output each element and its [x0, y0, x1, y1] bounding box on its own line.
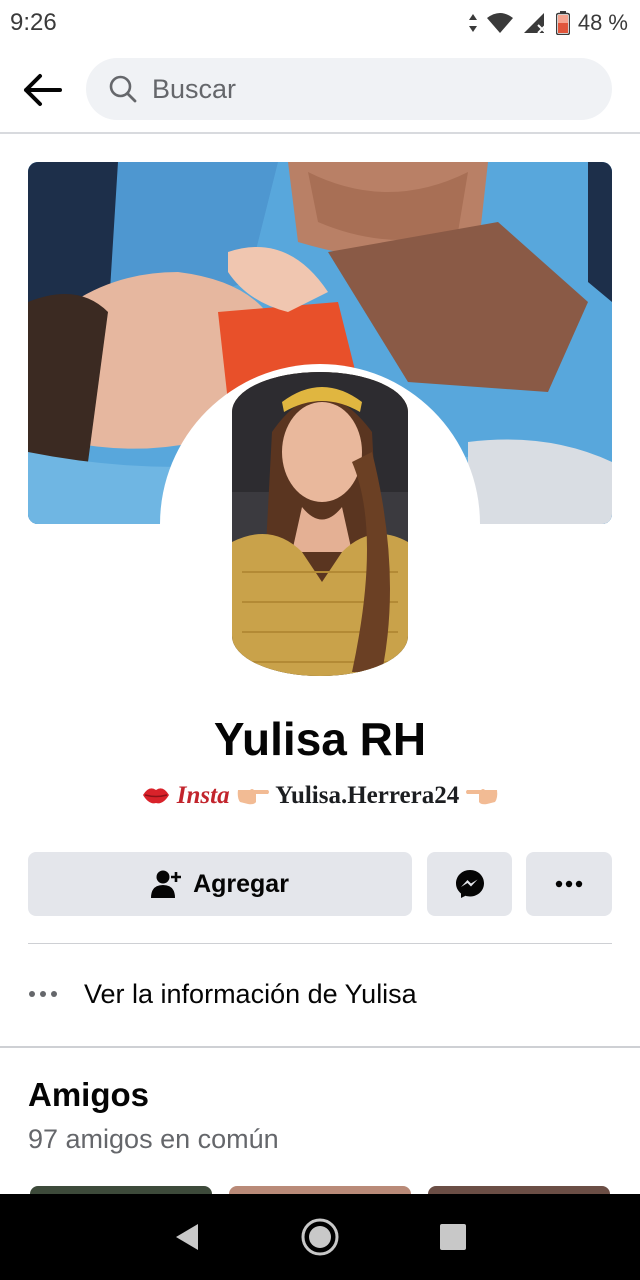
wifi-icon — [486, 12, 514, 34]
nav-home-button[interactable] — [290, 1207, 350, 1267]
add-friend-button[interactable]: Agregar — [28, 852, 412, 916]
search-header — [0, 46, 640, 134]
battery-percent: 48 % — [577, 10, 628, 35]
triangle-back-icon — [175, 1224, 198, 1250]
view-info-label: Ver la información de Yulisa — [84, 978, 417, 1009]
system-navigation-bar — [0, 1194, 640, 1280]
profile-name: Yulisa RH — [213, 713, 427, 765]
pointing-right-icon — [230, 782, 276, 809]
messenger-button[interactable] — [427, 852, 512, 916]
lips-icon — [141, 782, 177, 809]
profile-bio: Insta Yulisa.Herrera24 — [0, 782, 640, 810]
bio-insta-text: Insta — [176, 782, 230, 809]
battery-icon — [555, 11, 570, 35]
data-arrows-icon — [468, 13, 478, 33]
square-recents-icon — [440, 1224, 467, 1250]
profile-picture[interactable] — [232, 372, 408, 676]
status-bar: 9:26 48 % — [0, 0, 640, 46]
search-bar[interactable] — [86, 58, 612, 120]
friends-title: Amigos — [28, 1076, 150, 1113]
section-separator — [0, 1046, 640, 1048]
more-dots-icon — [555, 880, 583, 888]
pointing-left-icon — [459, 782, 499, 809]
status-icons: 48 % — [468, 10, 628, 36]
ellipsis-icon — [28, 990, 62, 998]
signal-icon — [522, 12, 548, 34]
nav-back-button[interactable] — [157, 1207, 217, 1267]
mutual-friends-count[interactable]: 97 amigos en común — [28, 1124, 279, 1155]
divider — [28, 943, 612, 944]
back-button[interactable] — [20, 68, 64, 112]
circle-home-icon — [301, 1218, 339, 1256]
bio-handle-text: Yulisa.Herrera24 — [275, 782, 460, 809]
search-icon — [109, 75, 137, 103]
nav-recents-button[interactable] — [423, 1207, 483, 1267]
view-info-link[interactable]: Ver la información de Yulisa — [28, 964, 612, 1024]
status-time: 9:26 — [10, 9, 57, 36]
search-input[interactable] — [152, 73, 552, 105]
add-friend-label: Agregar — [193, 869, 289, 898]
more-options-button[interactable] — [526, 852, 612, 916]
messenger-icon — [455, 870, 484, 898]
arrow-left-icon — [24, 74, 62, 106]
add-friend-icon — [151, 870, 182, 898]
